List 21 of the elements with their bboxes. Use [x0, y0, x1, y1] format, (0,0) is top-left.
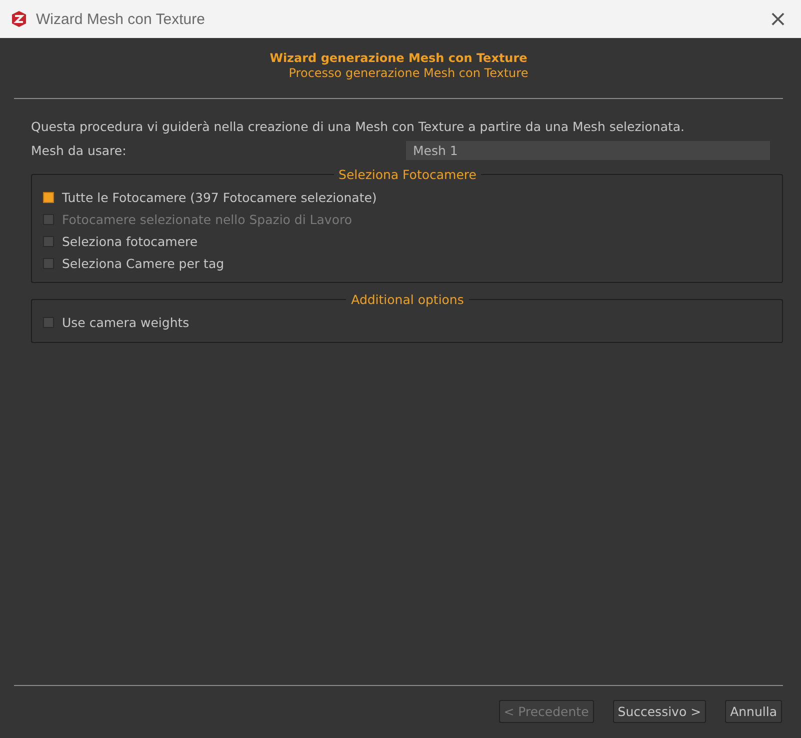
wizard-button[interactable]: Annulla: [725, 700, 782, 723]
wizard-title: Wizard generazione Mesh con Texture: [270, 51, 528, 65]
mesh-field[interactable]: Mesh 1: [406, 141, 770, 160]
radio-option[interactable]: [43, 236, 54, 246]
close-button[interactable]: ×: [755, 0, 801, 38]
field-label: Mesh da usare:: [31, 143, 128, 158]
option-label: Tutte le Fotocamere (397 Fotocamere selezionate): [62, 190, 377, 204]
option-label: Use camera weights: [62, 314, 190, 330]
logo-icon: [10, 10, 28, 28]
wizard-button[interactable]: Successivo >: [612, 700, 706, 723]
group-title: Additional options: [350, 292, 465, 307]
checkbox[interactable]: [43, 316, 54, 328]
option-label: Seleziona fotocamere: [62, 234, 198, 248]
window-title: Wizard Mesh con Texture: [36, 10, 205, 28]
description-text: Questa procedura vi guiderà nella creazione di una Mesh con Texture a partire da una Mesh selezionata.: [31, 119, 686, 134]
option-label: Seleziona Camere per tag: [62, 256, 224, 270]
option-label: Fotocamere selezionate nello Spazio di Lavoro: [62, 212, 352, 226]
radio-option[interactable]: [43, 192, 54, 202]
group-title: Seleziona Fotocamere: [338, 167, 478, 182]
wizard-subtitle: Processo generazione Mesh con Texture: [288, 66, 528, 80]
radio-option[interactable]: [43, 258, 54, 268]
